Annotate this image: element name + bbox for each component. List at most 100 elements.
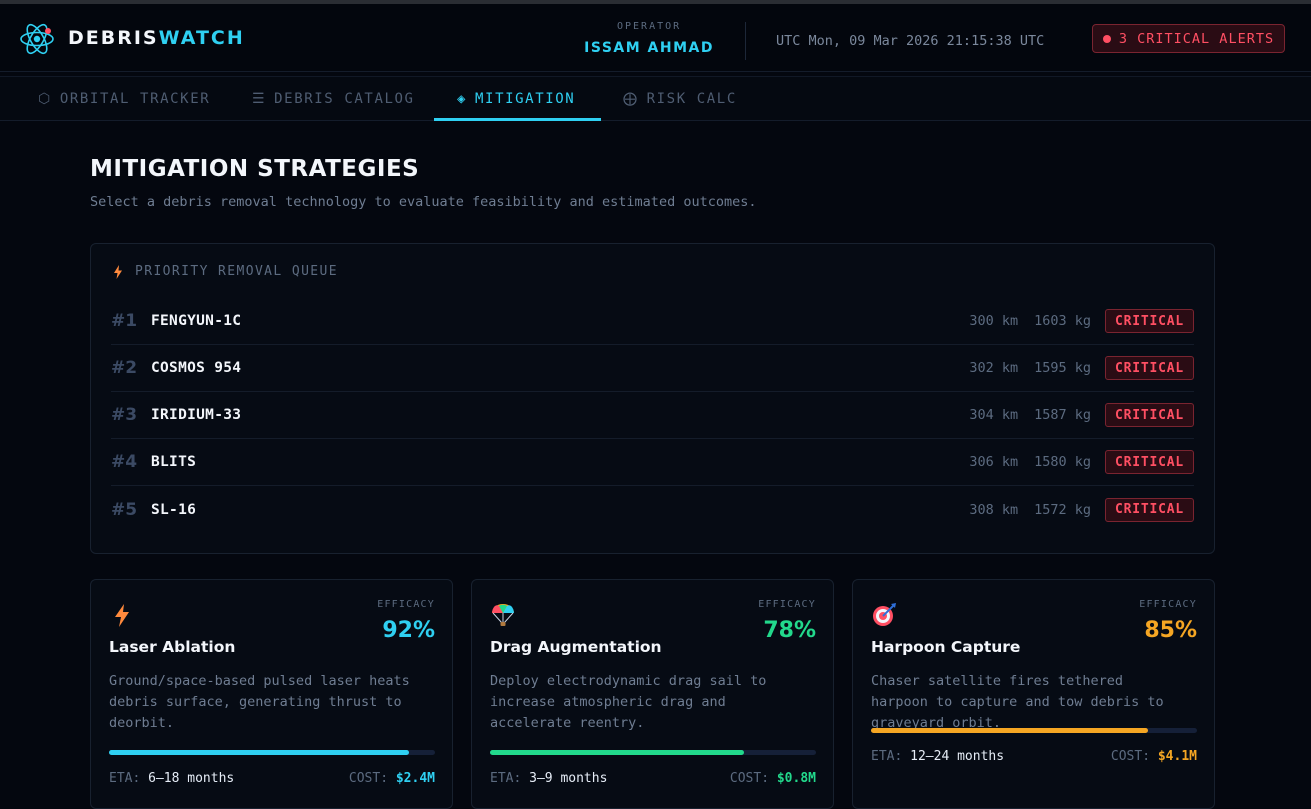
queue-rank: #4	[111, 452, 138, 472]
parachute-icon	[492, 604, 514, 626]
debris-mass: 1587 kg	[1034, 407, 1091, 423]
queue-rank: #1	[111, 311, 138, 331]
critical-alerts-button[interactable]: 3 CRITICAL ALERTS	[1092, 24, 1285, 53]
eta-value: 12–24 months	[910, 749, 1005, 764]
cost-label: COST:	[729, 771, 770, 786]
strategy-description: Ground/space-based pulsed laser heats de…	[109, 673, 410, 731]
crosshair-icon: ⨁	[623, 91, 639, 107]
queue-row[interactable]: #3 IRIDIUM-33 304 km 1587 kg CRITICAL	[111, 392, 1194, 439]
strategy-title: Laser Ablation	[109, 638, 236, 656]
target-dart-icon	[873, 603, 896, 626]
tab-label: MITIGATION	[475, 91, 576, 107]
debris-mass: 1572 kg	[1034, 501, 1091, 518]
brand-part-2: WATCH	[158, 27, 245, 49]
queue-rank: #3	[111, 405, 138, 425]
status-badge: CRITICAL	[1105, 403, 1194, 427]
efficacy-bar	[109, 750, 435, 755]
tab-risk-calc[interactable]: ⨁ RISK CALC	[623, 77, 737, 121]
operator-name: ISSAM AHMAD	[584, 40, 714, 56]
tab-label: ORBITAL TRACKER	[59, 91, 211, 107]
eta-label: ETA:	[871, 749, 903, 764]
operator-label: OPERATOR	[617, 21, 682, 32]
strategy-description: Chaser satellite fires tethered harpoon …	[871, 673, 1164, 731]
efficacy-bar-fill	[871, 728, 1149, 733]
queue-row[interactable]: #4 BLITS 306 km 1580 kg CRITICAL	[111, 439, 1194, 486]
debris-meta: 304 km 1587 kg	[969, 407, 1091, 423]
efficacy-value: 92%	[382, 618, 435, 643]
lightning-icon	[115, 604, 129, 627]
efficacy-bar	[871, 728, 1197, 733]
debris-name: BLITS	[151, 454, 197, 470]
brand-part-1: DEBRIS	[68, 27, 159, 49]
hexagon-icon: ⬡	[38, 91, 52, 107]
tab-orbital-tracker[interactable]: ⬡ ORBITAL TRACKER	[38, 77, 210, 121]
lightning-icon	[114, 265, 122, 279]
cost-label: COST:	[348, 771, 389, 786]
efficacy-label: EFFICACY	[377, 599, 435, 610]
cost-info: COST: $4.1M	[1111, 749, 1197, 765]
debris-meta: 300 km 1603 kg	[969, 313, 1091, 329]
status-badge: CRITICAL	[1105, 450, 1194, 474]
cost-info: COST: $2.4M	[349, 771, 435, 787]
eta-label: ETA:	[109, 771, 141, 786]
efficacy-bar-fill	[490, 750, 745, 755]
app-header: DEBRISWATCH OPERATOR ISSAM AHMAD UTC Mon…	[0, 4, 1311, 72]
efficacy-bar-fill	[109, 750, 409, 755]
strategy-card-drag-augmentation[interactable]: EFFICACY 78% Drag Augmentation Deploy el…	[471, 579, 834, 809]
diamond-icon: ◈	[457, 91, 468, 107]
strategy-title: Harpoon Capture	[871, 638, 1021, 656]
debris-mass: 1595 kg	[1034, 360, 1091, 376]
tab-label: RISK CALC	[646, 91, 737, 107]
debris-meta: 308 km 1572 kg	[969, 502, 1091, 518]
debris-meta: 306 km 1580 kg	[969, 454, 1091, 470]
eta-info: ETA: 12–24 months	[871, 749, 1004, 765]
alert-dot-icon	[1102, 34, 1111, 43]
status-badge: CRITICAL	[1105, 497, 1194, 522]
queue-rank: #2	[111, 358, 138, 378]
eta-value: 3–9 months	[529, 771, 608, 786]
queue-rank: #5	[111, 499, 138, 520]
debris-mass: 1603 kg	[1034, 313, 1091, 329]
page-title: MITIGATION STRATEGIES	[90, 156, 420, 182]
efficacy-bar	[490, 750, 816, 755]
strategy-card-harpoon-capture[interactable]: EFFICACY 85% Harpoon Capture Chaser sate…	[852, 579, 1215, 809]
debris-altitude: 308 km	[969, 501, 1019, 518]
page-subtitle: Select a debris removal technology to ev…	[90, 194, 757, 210]
strategy-title: Drag Augmentation	[490, 638, 662, 656]
debris-altitude: 300 km	[969, 313, 1019, 329]
efficacy-value: 85%	[1144, 618, 1197, 643]
debris-altitude: 304 km	[969, 407, 1019, 423]
tab-debris-catalog[interactable]: ☰ DEBRIS CATALOG	[252, 77, 415, 121]
active-tab-indicator	[434, 118, 601, 121]
debris-altitude: 302 km	[969, 360, 1019, 376]
efficacy-label: EFFICACY	[758, 599, 816, 610]
eta-label: ETA:	[490, 771, 522, 786]
efficacy-label: EFFICACY	[1139, 599, 1197, 610]
cost-info: COST: $0.8M	[730, 771, 816, 787]
cost-value: $2.4M	[395, 771, 435, 786]
debris-name: IRIDIUM-33	[151, 407, 242, 423]
debris-mass: 1580 kg	[1034, 454, 1091, 470]
priority-removal-queue: PRIORITY REMOVAL QUEUE #1 FENGYUN-1C 300…	[90, 243, 1215, 554]
debris-meta: 302 km 1595 kg	[969, 360, 1091, 376]
debris-name: COSMOS 954	[151, 360, 242, 376]
nav-tabs: ⬡ ORBITAL TRACKER ☰ DEBRIS CATALOG ◈ MIT…	[0, 76, 1311, 121]
debris-altitude: 306 km	[969, 454, 1019, 470]
tab-mitigation[interactable]: ◈ MITIGATION	[457, 77, 575, 121]
queue-row[interactable]: #1 FENGYUN-1C 300 km 1603 kg CRITICAL	[111, 298, 1194, 345]
debris-name: FENGYUN-1C	[151, 313, 242, 329]
tab-label: DEBRIS CATALOG	[274, 91, 415, 107]
cost-label: COST:	[1110, 749, 1151, 764]
critical-alerts-label: 3 CRITICAL ALERTS	[1118, 30, 1275, 47]
cost-value: $0.8M	[776, 771, 816, 786]
queue-row[interactable]: #2 COSMOS 954 302 km 1595 kg CRITICAL	[111, 345, 1194, 392]
eta-info: ETA: 3–9 months	[490, 771, 607, 787]
queue-title: PRIORITY REMOVAL QUEUE	[135, 264, 338, 279]
queue-row[interactable]: #5 SL-16 308 km 1572 kg CRITICAL	[111, 486, 1194, 533]
debris-name: SL-16	[151, 501, 197, 518]
operator-info: OPERATOR ISSAM AHMAD	[584, 20, 714, 58]
status-badge: CRITICAL	[1105, 356, 1194, 380]
strategy-card-laser-ablation[interactable]: EFFICACY 92% Laser Ablation Ground/space…	[90, 579, 453, 809]
efficacy-value: 78%	[763, 618, 816, 643]
strategy-description: Deploy electrodynamic drag sail to incre…	[490, 673, 767, 731]
